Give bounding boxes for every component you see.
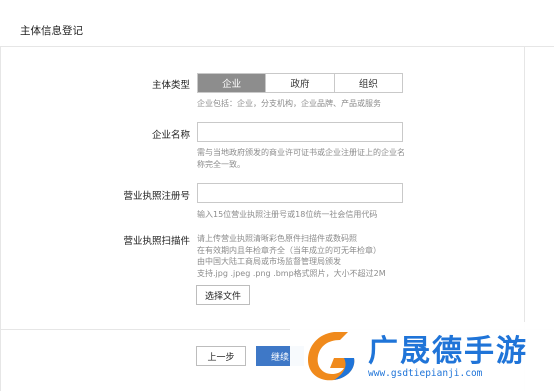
license-scan-hint-line: 由中国大陆工商局或市场监督管理局颁发 <box>197 257 341 266</box>
subject-type-hint: 企业包括：企业，分支机构，企业品牌、产品或服务 <box>197 99 381 108</box>
watermark-logo-icon <box>308 332 355 381</box>
license-scan-hint-line: 请上传营业执照清晰彩色原件扫描件或数码照 <box>197 234 357 243</box>
license-number-label: 营业执照注册号 <box>123 191 190 202</box>
header-divider <box>0 46 554 47</box>
license-number-input[interactable] <box>197 183 403 203</box>
previous-step-button[interactable]: 上一步 <box>196 346 246 366</box>
subject-type-selector: 企业 政府 组织 <box>197 73 403 93</box>
subject-type-label: 主体类型 <box>151 80 190 91</box>
frame-left-border <box>0 46 1 391</box>
page-title: 主体信息登记 <box>20 25 83 37</box>
company-name-hint-line: 需与当地政府颁发的商业许可证书或企业注册证上的企业名 <box>197 148 405 157</box>
license-number-hint: 输入15位营业执照注册号或18位统一社会信用代码 <box>197 210 378 219</box>
license-scan-hints: 请上传营业执照清晰彩色原件扫描件或数码照 在有效期内且年检章齐全（当年成立的可无… <box>197 233 386 279</box>
company-name-label: 企业名称 <box>151 130 190 141</box>
license-scan-hint-line: 在有效期内且年检章齐全（当年成立的可无年检章） <box>197 245 381 255</box>
choose-file-button[interactable]: 选择文件 <box>196 285 250 305</box>
license-scan-hint-line: 支持.jpg .jpeg .png .bmp格式照片，大小不超过2M <box>197 268 386 278</box>
watermark-title: 广晟德手游 <box>368 334 528 369</box>
license-scan-label: 营业执照扫描件 <box>123 236 190 247</box>
company-name-hint: 需与当地政府颁发的商业许可证书或企业注册证上的企业名 称完全一致。 <box>197 147 405 170</box>
subject-type-option-organization[interactable]: 组织 <box>333 74 402 92</box>
company-name-input[interactable] <box>197 122 403 142</box>
watermark-url: www.gsdtiepianji.com <box>368 368 483 379</box>
company-name-hint-line: 称完全一致。 <box>197 159 245 169</box>
watermark: 广晟德手游 www.gsdtiepianji.com <box>290 322 554 391</box>
subject-type-option-enterprise[interactable]: 企业 <box>198 74 266 92</box>
subject-type-option-government[interactable]: 政府 <box>265 74 334 92</box>
